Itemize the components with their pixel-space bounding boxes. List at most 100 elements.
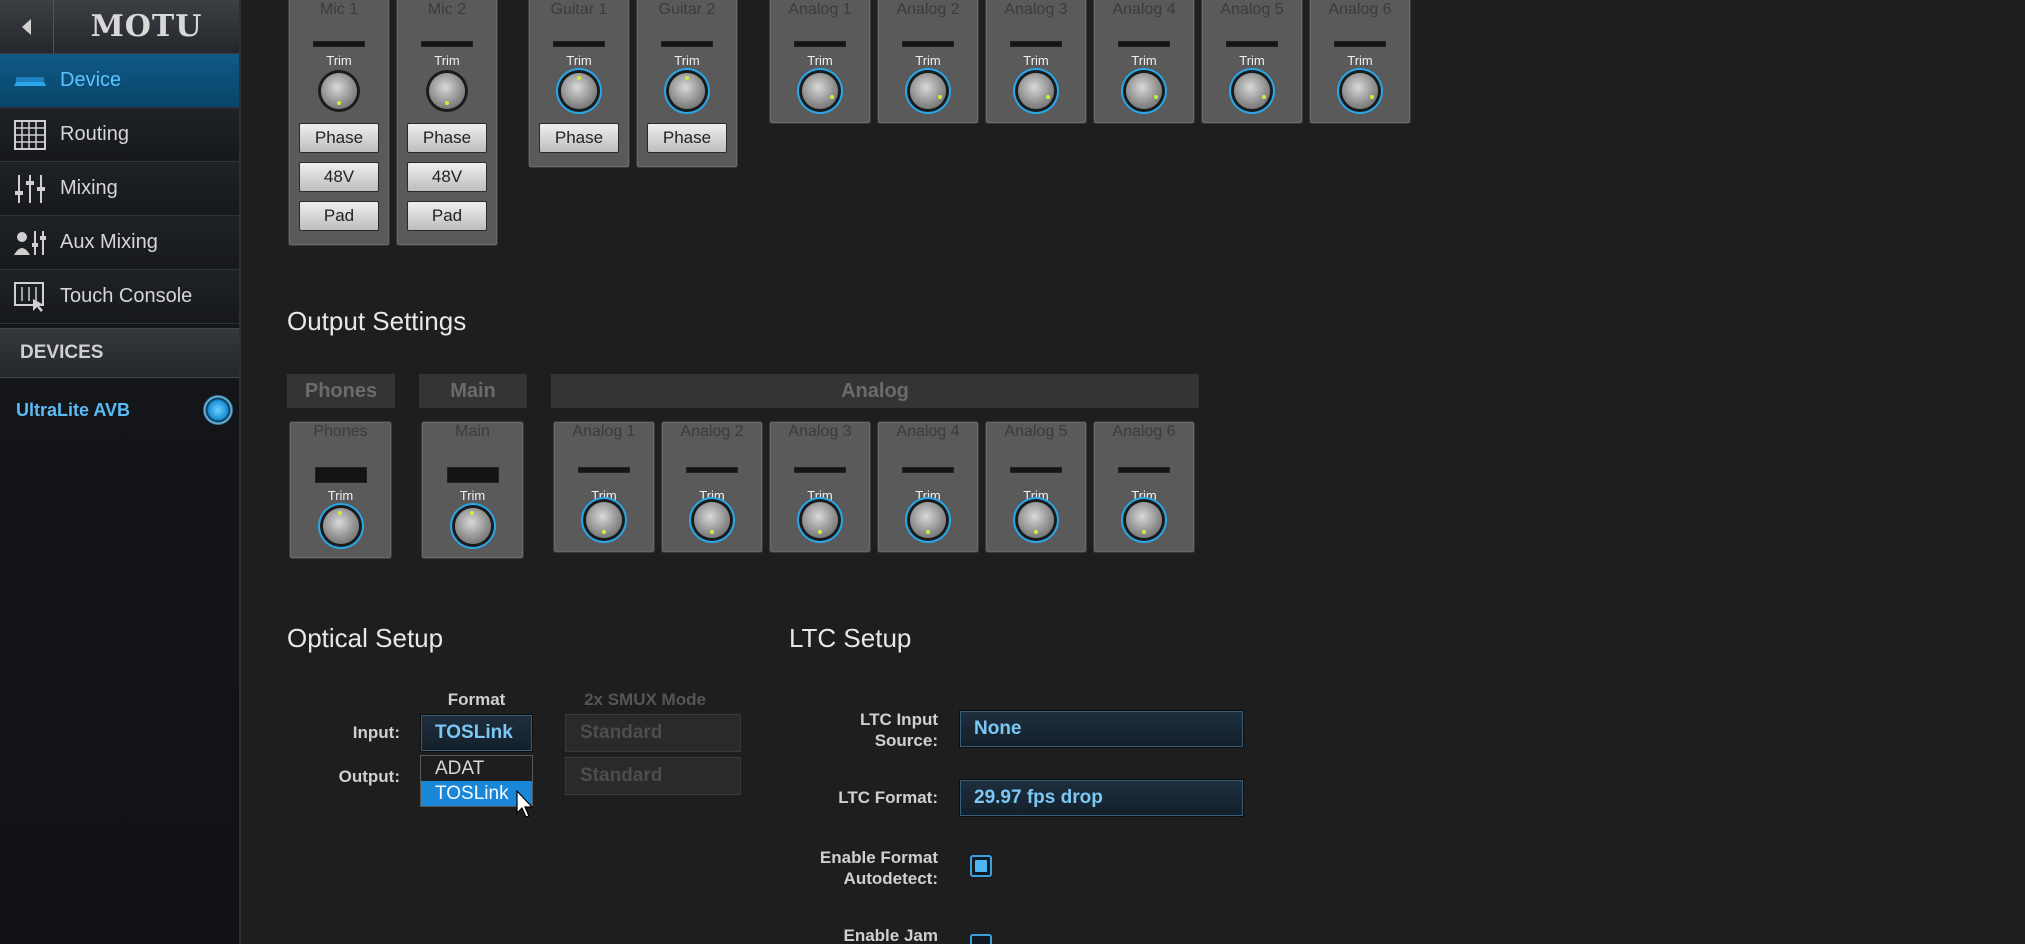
phantom-48v-button[interactable]: 48V [299, 162, 379, 192]
pad-button[interactable]: Pad [407, 201, 487, 231]
dropdown-option-adat[interactable]: ADAT [421, 756, 532, 781]
enable-format-autodetect-checkbox[interactable] [970, 855, 992, 877]
phase-button[interactable]: Phase [299, 123, 379, 153]
trim-label: Trim [915, 53, 941, 68]
strip-name: Analog 4 [896, 423, 960, 440]
input-strip-analog-3: Analog 3 Trim [985, 0, 1087, 124]
optical-input-smux-select[interactable]: Standard [565, 714, 741, 752]
output-strip-analog-6: Analog 6 Trim [1093, 421, 1195, 553]
phantom-48v-button[interactable]: 48V [407, 162, 487, 192]
trim-knob[interactable] [910, 73, 946, 109]
optical-output-smux-select[interactable]: Standard [565, 757, 741, 795]
knob-indicator [710, 530, 714, 534]
trim-label: Trim [566, 53, 592, 68]
nav-item-touch-console[interactable]: Touch Console [0, 270, 239, 324]
optical-input-format-select[interactable]: TOSLink [420, 714, 533, 752]
trim-knob[interactable] [1018, 73, 1054, 109]
level-meter [902, 467, 954, 473]
level-meter [661, 41, 713, 47]
device-item-ultralite-avb[interactable]: UltraLite AVB [0, 382, 239, 438]
trim-knob[interactable] [429, 73, 465, 109]
trim-knob[interactable] [910, 502, 946, 538]
trim-knob[interactable] [321, 73, 357, 109]
trim-label: Trim [1347, 53, 1373, 68]
trim-knob[interactable] [694, 502, 730, 538]
knob-indicator [1370, 95, 1374, 99]
output-strip-analog-1: Analog 1 Trim [553, 421, 655, 553]
nav-label: Mixing [60, 177, 118, 199]
ltc-format-select[interactable]: 29.97 fps drop [959, 779, 1244, 817]
trim-label: Trim [434, 53, 460, 68]
knob-indicator [1154, 95, 1158, 99]
ltc-input-source-label-line: Source: [874, 731, 938, 750]
output-group-analog: Analog [551, 374, 1199, 408]
level-meter [1226, 41, 1278, 47]
trim-knob[interactable] [561, 73, 597, 109]
trim-label: Trim [807, 488, 833, 503]
trim-knob[interactable] [1126, 73, 1162, 109]
output-strip-main: Main Trim [421, 421, 524, 559]
output-strip-analog-2: Analog 2 Trim [661, 421, 763, 553]
trim-label: Trim [1023, 488, 1049, 503]
enable-jam-checkbox[interactable] [970, 934, 992, 944]
strip-name: Guitar 1 [550, 1, 608, 18]
mouse-cursor-icon [516, 790, 534, 818]
knob-indicator [445, 101, 449, 105]
strip-name: Analog 5 [1220, 1, 1284, 18]
enable-format-autodetect-label-line: Autodetect: [843, 869, 938, 888]
pad-button[interactable]: Pad [299, 201, 379, 231]
trim-knob[interactable] [1126, 502, 1162, 538]
strip-name: Analog 2 [896, 1, 960, 18]
enable-format-autodetect-label: Enable Format Autodetect: [760, 847, 938, 889]
knob-indicator [830, 95, 834, 99]
nav-label: Aux Mixing [60, 231, 158, 253]
motu-logo: MOTU [90, 9, 203, 44]
input-strip-guitar-1: Guitar 1 Trim Phase [528, 0, 630, 168]
app-window: MOTU Device Routing Mixing Aux Mixing To… [0, 0, 2025, 944]
back-arrow-icon [21, 19, 31, 35]
trim-knob[interactable] [322, 508, 359, 544]
knob-indicator [469, 511, 474, 515]
knob-indicator [1142, 530, 1146, 534]
back-button[interactable] [0, 0, 54, 54]
input-strip-analog-2: Analog 2 Trim [877, 0, 979, 124]
trim-knob[interactable] [454, 508, 491, 544]
phase-button[interactable]: Phase [539, 123, 619, 153]
nav-item-aux-mixing[interactable]: Aux Mixing [0, 216, 239, 270]
strip-name: Analog 3 [788, 423, 852, 440]
ltc-input-source-select[interactable]: None [959, 710, 1244, 748]
trim-knob[interactable] [1234, 73, 1270, 109]
nav-label: Routing [60, 123, 129, 145]
output-strip-phones: Phones Trim [289, 421, 392, 559]
trim-knob[interactable] [586, 502, 622, 538]
sidebar: MOTU Device Routing Mixing Aux Mixing To… [0, 0, 241, 944]
phase-button[interactable]: Phase [407, 123, 487, 153]
device-status-icon [203, 395, 233, 425]
ltc-setup-title: LTC Setup [789, 623, 912, 653]
trim-knob[interactable] [802, 502, 838, 538]
knob-indicator [337, 511, 342, 515]
trim-knob[interactable] [1018, 502, 1054, 538]
trim-knob[interactable] [669, 73, 705, 109]
nav-item-routing[interactable]: Routing [0, 108, 239, 162]
trim-knob[interactable] [802, 73, 838, 109]
knob-indicator [1046, 95, 1050, 99]
trim-knob[interactable] [1342, 73, 1378, 109]
nav-label: Device [60, 69, 122, 91]
nav-item-device[interactable]: Device [0, 54, 239, 108]
knob-indicator [818, 530, 822, 534]
nav-item-mixing[interactable]: Mixing [0, 162, 239, 216]
level-meter [1010, 467, 1062, 473]
nav-label: Touch Console [60, 285, 193, 307]
level-meter [314, 467, 367, 483]
knob-indicator [1034, 530, 1038, 534]
phase-button[interactable]: Phase [647, 123, 727, 153]
input-strip-guitar-2: Guitar 2 Trim Phase [636, 0, 738, 168]
knob-indicator [1262, 95, 1266, 99]
output-strip-analog-5: Analog 5 Trim [985, 421, 1087, 553]
strip-name: Mic 1 [319, 1, 359, 18]
ltc-input-source-label: LTC Input Source: [760, 709, 938, 751]
trim-label: Trim [326, 53, 352, 68]
routing-grid-icon [0, 108, 60, 162]
ltc-input-source-label-line: LTC Input [859, 710, 938, 729]
